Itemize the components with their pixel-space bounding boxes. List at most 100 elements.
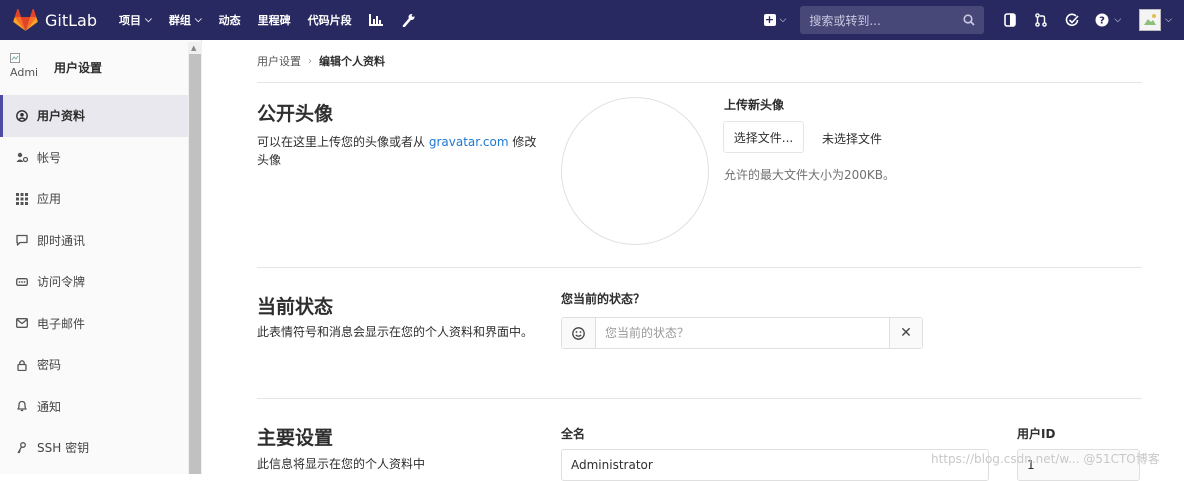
wrench-icon[interactable]: [402, 13, 415, 27]
sidebar-item-label: 电子邮件: [37, 316, 86, 331]
help-dropdown[interactable]: ? ⌵: [1095, 13, 1121, 27]
sidebar-scrollbar-thumb[interactable]: [189, 54, 201, 474]
sidebar-item-emails[interactable]: 电子邮件: [0, 303, 201, 345]
nav-activity-label: 动态: [218, 14, 241, 27]
applications-icon: [16, 192, 28, 205]
sidebar-item-account[interactable]: 帐号: [0, 137, 201, 179]
status-section-description: 此表情符号和消息会显示在您的个人资料和界面中。: [257, 325, 534, 339]
sidebar-item-label: SSH 密钥: [37, 441, 90, 456]
sidebar-item-label: 访问令牌: [37, 275, 86, 290]
status-message-input[interactable]: [596, 318, 889, 348]
avatar-preview: [561, 97, 709, 245]
chevron-down-icon[interactable]: ⌵: [1165, 15, 1172, 25]
sidebar-title: 用户设置: [54, 61, 103, 75]
breadcrumb: 用户设置 › 编辑个人资料: [257, 40, 1142, 83]
nav-snippets[interactable]: 代码片段: [308, 12, 352, 28]
sidebar-item-applications[interactable]: 应用: [0, 178, 201, 220]
nav-projects-label: 项目: [119, 14, 141, 27]
email-icon: [16, 317, 28, 329]
emoji-picker-button[interactable]: [562, 318, 596, 348]
search-input[interactable]: 搜索或转到...: [800, 6, 985, 34]
sidebar-item-chat[interactable]: 即时通讯: [0, 220, 201, 262]
no-file-chosen-text: 未选择文件: [822, 132, 883, 146]
status-section-title: 当前状态: [257, 296, 334, 318]
avatar-section-description: 可以在这里上传您的头像或者从 gravatar.com 修改头像: [257, 133, 542, 169]
token-icon: [16, 276, 28, 288]
gitlab-logo-link[interactable]: GitLab: [13, 0, 97, 40]
avatar-section-title: 公开头像: [257, 103, 334, 125]
status-field-label: 您当前的状态？: [561, 292, 646, 306]
sidebar-item-access-tokens[interactable]: 访问令牌: [0, 261, 201, 303]
main-settings-section: 主要设置 此信息将显示在您的个人资料中 全名 用户ID: [257, 399, 1142, 481]
nav-milestones-label: 里程碑: [257, 14, 291, 27]
nav-projects[interactable]: 项目 ⌵: [119, 12, 152, 28]
nav-snippets-label: 代码片段: [307, 14, 352, 27]
status-field: ✕: [561, 317, 923, 349]
sidebar-item-password[interactable]: 密码: [0, 344, 201, 386]
scroll-up-icon[interactable]: ▲: [191, 44, 196, 52]
bell-icon: [16, 400, 28, 412]
chevron-down-icon: ⌵: [194, 15, 202, 25]
main-nav: 项目 ⌵ 群组 ⌵ 动态 里程碑 代码片段: [119, 12, 434, 28]
sidebar-item-profile[interactable]: 用户资料: [0, 95, 201, 137]
todo-icon[interactable]: [1064, 12, 1080, 28]
plus-square-icon: +: [763, 13, 776, 26]
sidebar-header[interactable]: Admi 用户设置: [0, 40, 201, 95]
clear-status-button[interactable]: ✕: [889, 318, 922, 348]
sidebar-item-label: 密码: [37, 358, 62, 373]
nav-milestones[interactable]: 里程碑: [258, 12, 291, 28]
choose-file-button[interactable]: 选择文件...: [723, 121, 804, 153]
question-circle-icon: ?: [1095, 13, 1109, 27]
merge-request-icon[interactable]: [1033, 12, 1049, 28]
brand-name: GitLab: [45, 10, 97, 30]
smiley-icon: [572, 326, 585, 340]
key-icon: [16, 441, 28, 454]
settings-sidebar: Admi 用户设置 用户资料 帐号 应用 即时通讯 访问令牌 电子邮件 密码 通…: [0, 40, 202, 474]
full-name-label: 全名: [561, 427, 586, 441]
upload-avatar-label: 上传新头像: [724, 98, 785, 112]
nav-activity[interactable]: 动态: [219, 12, 241, 28]
breadcrumb-parent[interactable]: 用户设置: [257, 53, 301, 69]
sidebar-avatar-alt: Admi: [10, 65, 39, 79]
avatar-desc-text: 可以在这里上传您的头像或者从: [257, 135, 429, 149]
svg-text:?: ?: [1099, 16, 1105, 27]
gravatar-link[interactable]: gravatar.com: [429, 135, 509, 149]
breadcrumb-current[interactable]: 编辑个人资料: [319, 53, 385, 69]
top-navbar: GitLab 项目 ⌵ 群组 ⌵ 动态 里程碑 代码片段 + ⌵ 搜索或转到...: [0, 0, 1184, 40]
user-avatar[interactable]: [1139, 9, 1162, 31]
status-section: 当前状态 此表情符号和消息会显示在您的个人资料和界面中。 您当前的状态？ ✕: [257, 268, 1142, 399]
close-icon: ✕: [900, 325, 912, 341]
chevron-down-icon: ⌵: [779, 15, 787, 25]
sidebar-avatar: Admi: [10, 52, 44, 83]
user-id-label: 用户ID: [1017, 427, 1056, 441]
topbar-right: + ⌵ 搜索或转到... ? ⌵ ⌵: [763, 0, 1184, 40]
nav-groups-label: 群组: [168, 14, 191, 27]
sidebar-item-notifications[interactable]: 通知: [0, 386, 201, 428]
sidebar-panel-icon[interactable]: [1002, 12, 1018, 28]
lock-icon: [16, 359, 28, 371]
sidebar-item-label: 通知: [37, 399, 62, 414]
main-settings-description: 此信息将显示在您的个人资料中: [257, 457, 426, 471]
profile-icon: [16, 109, 28, 122]
sidebar-item-label: 应用: [37, 192, 62, 207]
chevron-down-icon: ⌵: [145, 15, 152, 25]
sidebar-item-label: 帐号: [37, 150, 62, 165]
sidebar-item-ssh-keys[interactable]: SSH 密钥: [0, 427, 201, 469]
chart-icon[interactable]: [368, 14, 383, 26]
nav-groups[interactable]: 群组 ⌵: [169, 12, 202, 28]
account-icon: [16, 151, 28, 163]
search-icon: [963, 14, 975, 26]
main-settings-title: 主要设置: [257, 427, 334, 449]
new-dropdown-button[interactable]: + ⌵: [763, 13, 787, 26]
search-placeholder: 搜索或转到...: [809, 13, 881, 28]
avatar-section: 公开头像 可以在这里上传您的头像或者从 gravatar.com 修改头像 上传…: [257, 83, 1142, 268]
max-file-size-hint: 允许的最大文件大小为200KB。: [724, 168, 896, 182]
chevron-down-icon: ⌵: [1114, 15, 1122, 25]
sidebar-item-label: 即时通讯: [37, 233, 86, 248]
watermark-text: https://blog.csdn.net/w... @51CTO博客: [931, 452, 1160, 466]
chat-icon: [16, 234, 28, 246]
sidebar-item-label: 用户资料: [37, 109, 86, 124]
full-name-input[interactable]: [561, 449, 989, 481]
main-content: 用户设置 › 编辑个人资料 公开头像 可以在这里上传您的头像或者从 gravat…: [257, 40, 1142, 481]
chevron-right-icon: ›: [308, 55, 312, 67]
